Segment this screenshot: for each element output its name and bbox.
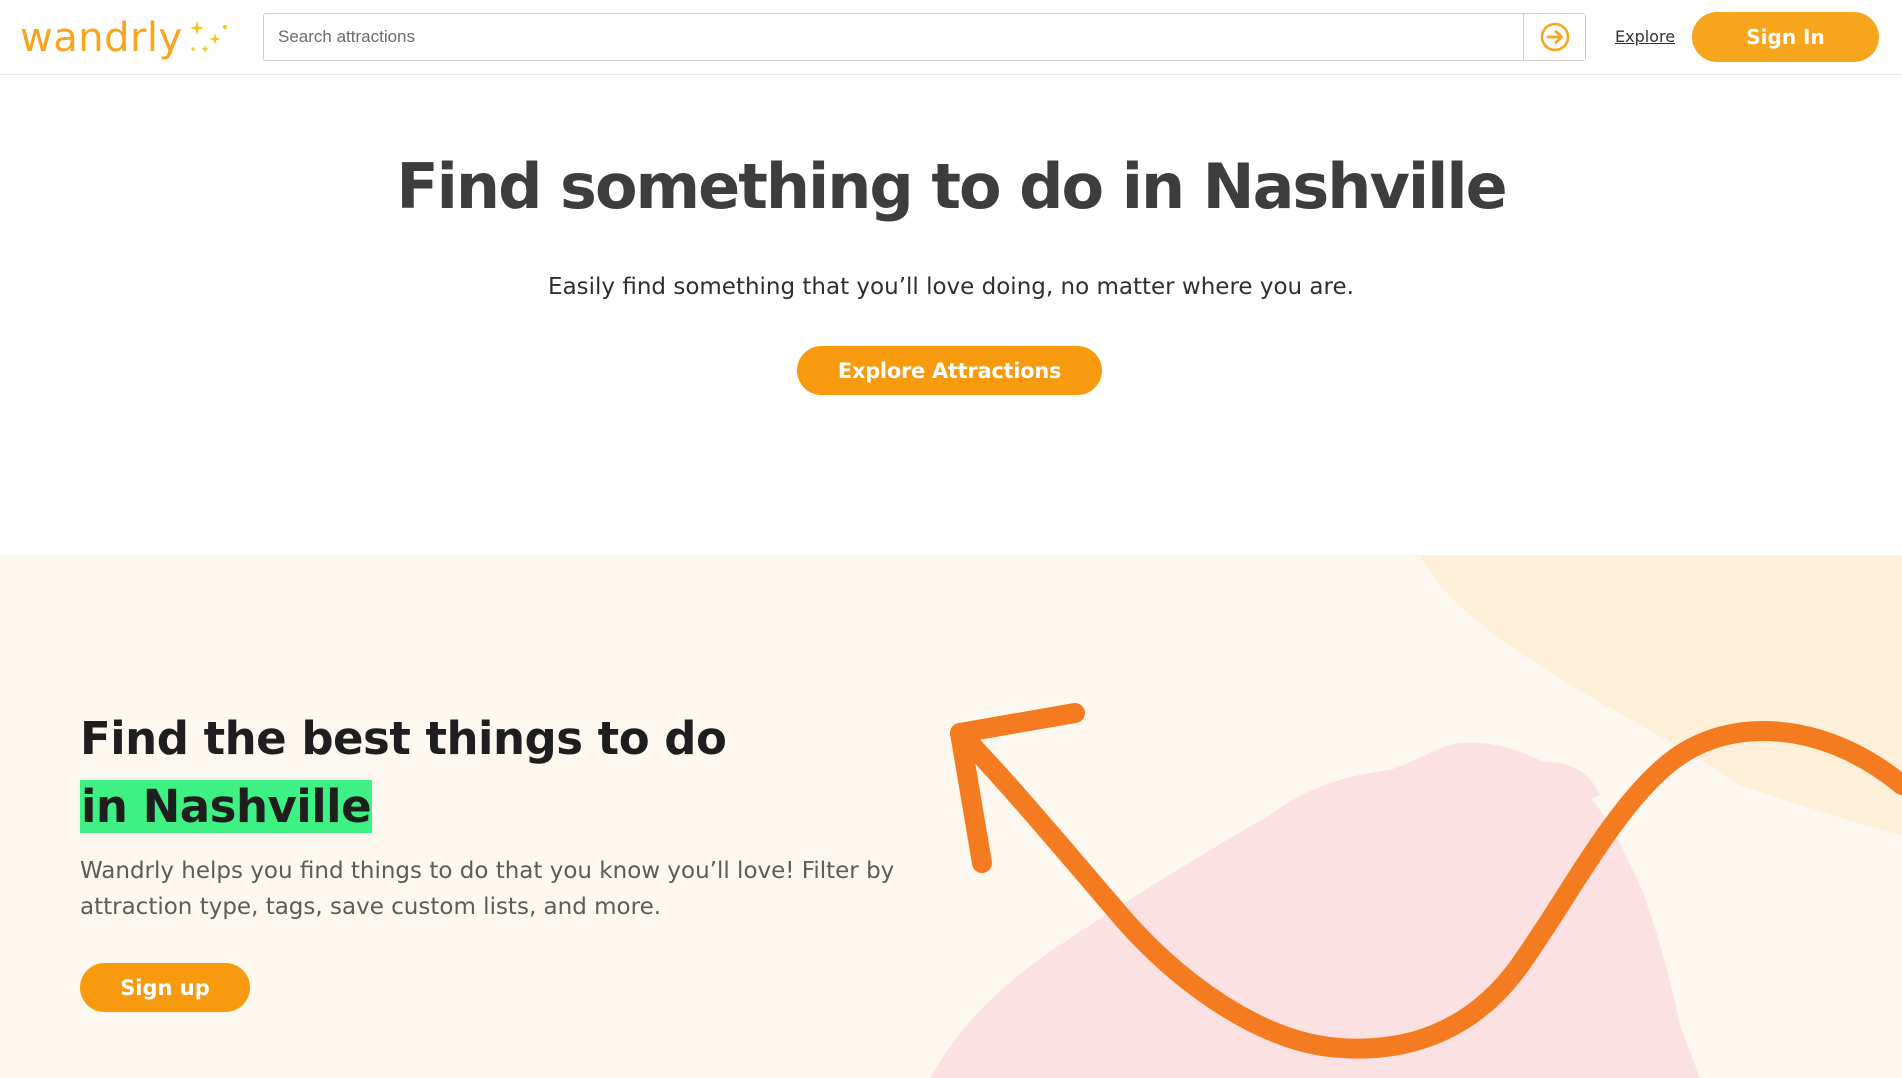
promo-description: Wandrly helps you find things to do that… [80,858,895,920]
sparkles-icon [189,21,227,53]
arrow-right-circle-icon [1540,22,1569,52]
search-input[interactable] [264,14,1523,60]
wandrly-logo[interactable]: wandrly [20,14,231,62]
promo-section: Find the best things to do in Nashville … [0,555,1902,1078]
search-bar [263,13,1586,61]
sign-up-button[interactable]: Sign up [80,963,250,1012]
top-navbar: wandrly Explore Sign In [0,0,1902,75]
promo-title: Find the best things to do in Nashville [80,705,727,841]
logo-wordmark: wandrly [20,15,183,61]
explore-attractions-button[interactable]: Explore Attractions [797,346,1102,395]
hero-subtitle: Easily find something that you’ll love d… [548,274,1354,300]
explore-link[interactable]: Explore [1615,27,1675,46]
promo-title-line: Find the best things to do [80,712,727,765]
search-submit-button[interactable] [1523,14,1585,60]
hero-title: Find something to do in Nashville [396,150,1507,223]
sign-in-button[interactable]: Sign In [1692,12,1879,62]
promo-title-highlight: in Nashville [80,780,373,833]
